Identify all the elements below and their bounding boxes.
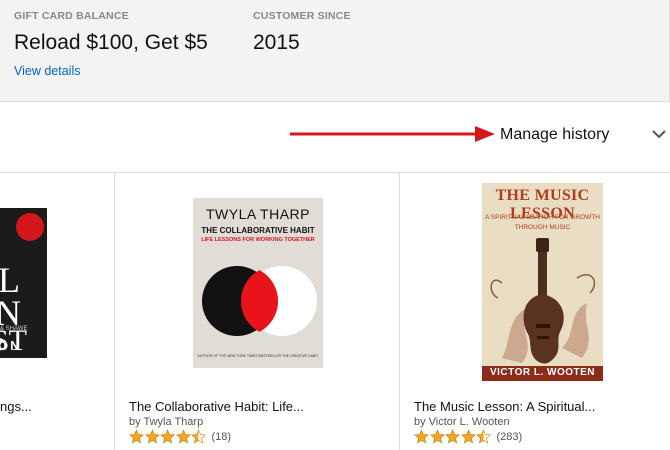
star-full-icon [429, 429, 445, 444]
view-details-link[interactable]: View details [14, 64, 80, 78]
product-author-2: by Twyla Tharp [129, 416, 204, 428]
star-full-icon [144, 429, 160, 444]
customer-since-block: CUSTOMER SINCE 2015 [253, 10, 351, 56]
star-full-icon [414, 429, 429, 444]
star-full-icon [160, 429, 175, 444]
account-summary-panel: GIFT CARD BALANCE Reload $100, Get $5 Vi… [0, 0, 670, 102]
cover-1-name-text: ON [0, 338, 22, 353]
rating-stars-2[interactable]: (18) [129, 429, 231, 444]
star-half-icon [191, 429, 206, 444]
cover-2-author-text: TWYLA THARP [205, 206, 311, 222]
review-count-3[interactable]: (283) [497, 431, 523, 443]
cover-2-footer-text: AUTHOR OF THE NEW YORK TIMES BESTSELLER … [197, 354, 319, 358]
product-card-2: TWYLA THARP THE COLLABORATIVE HABIT LIFE… [115, 173, 400, 450]
customer-since-value: 2015 [253, 31, 300, 54]
star-full-icon [175, 429, 191, 444]
product-title-2[interactable]: The Collaborative Habit: Life... [129, 399, 304, 414]
customer-since-label: CUSTOMER SINCE [253, 10, 351, 22]
gift-card-balance-block: GIFT CARD BALANCE Reload $100, Get $5 Vi… [14, 10, 208, 80]
cover-2-title-text: THE COLLABORATIVE HABIT [201, 226, 315, 235]
book-cover-2[interactable]: TWYLA THARP THE COLLABORATIVE HABIT LIFE… [193, 198, 323, 368]
book-cover-3[interactable]: THE MUSIC LESSON A SPIRITUAL SEARCH FOR … [482, 183, 603, 381]
bass-guitar-illustration [490, 238, 596, 364]
product-title-1[interactable]: ngs... [0, 399, 32, 414]
gift-card-balance-value: Reload $100, Get $5 [14, 31, 208, 54]
product-card-3: THE MUSIC LESSON A SPIRITUAL SEARCH FOR … [400, 173, 670, 450]
cover-2-subtitle-text: LIFE LESSONS FOR WORKING TOGETHER [201, 237, 315, 243]
bestseller-badge [16, 213, 44, 241]
cover-3-author-text: VICTOR L. WOOTEN [489, 367, 596, 378]
cover-3-subtitle: A SPIRITUAL SEARCH FOR GROWTH THROUGH MU… [482, 213, 603, 233]
cover-3-subtitle-line-1: A SPIRITUAL SEARCH FOR GROWTH [485, 214, 600, 221]
product-title-3[interactable]: The Music Lesson: A Spiritual... [414, 399, 595, 414]
star-full-icon [129, 429, 144, 444]
manage-history-link[interactable]: Manage history [500, 126, 609, 144]
star-full-icon [445, 429, 460, 444]
gift-card-balance-label: GIFT CARD BALANCE [14, 10, 129, 22]
product-author-3: by Victor L. Wooten [414, 416, 510, 428]
book-cover-1[interactable]: L N ST & SHAWE ON [0, 208, 47, 358]
product-card-1: L N ST & SHAWE ON ngs... [0, 173, 115, 450]
cover-1-big-text-1: L [0, 260, 20, 300]
star-full-icon [460, 429, 476, 444]
review-count-2[interactable]: (18) [212, 431, 232, 443]
star-half-icon [476, 429, 491, 444]
chevron-down-icon[interactable] [652, 129, 666, 139]
overlapping-circles-graphic [202, 266, 317, 336]
red-arrow-annotation [290, 126, 495, 142]
cover-1-small-text: & SHAWE [0, 326, 28, 332]
rating-stars-3[interactable]: (283) [414, 429, 522, 444]
cover-3-subtitle-line-2: THROUGH MUSIC [514, 224, 571, 231]
